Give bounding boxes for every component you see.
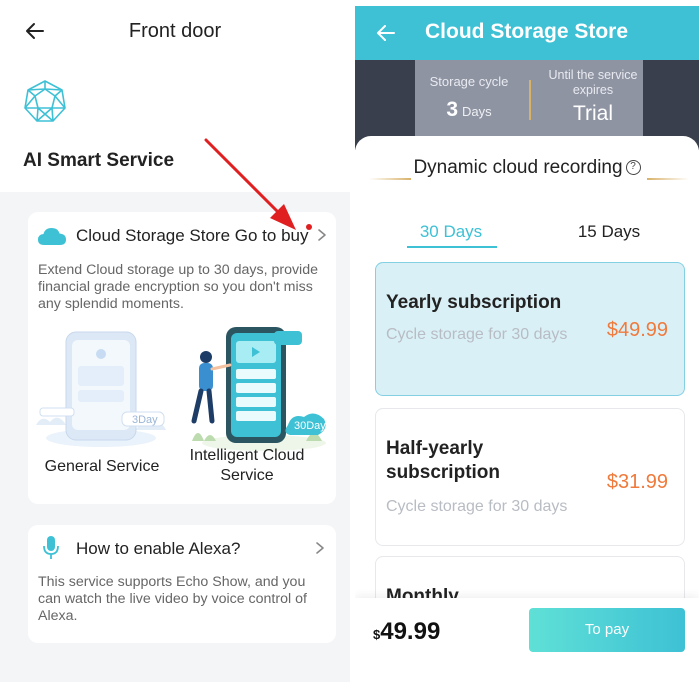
plan-yearly[interactable]: Yearly subscription Cycle storage for 30… bbox=[375, 262, 685, 396]
alexa-description: This service supports Echo Show, and you… bbox=[38, 574, 307, 624]
divider bbox=[529, 80, 531, 120]
general-service-label: General Service bbox=[44, 458, 160, 475]
storage-cycle-value: 3 Days bbox=[415, 98, 523, 122]
cloud-icon bbox=[38, 228, 66, 245]
thirty-day-badge: 30Day bbox=[294, 420, 326, 432]
plan-description: Cycle storage for 30 days bbox=[386, 498, 568, 515]
notification-dot bbox=[306, 224, 312, 230]
plan-description: Cycle storage for 30 days bbox=[386, 326, 568, 343]
plan-price: $31.99 bbox=[606, 471, 668, 493]
screenshot-root: Front door AI Smart Service Cloud Storag… bbox=[0, 0, 699, 682]
plan-sheet-title: Dynamic cloud recording? bbox=[395, 156, 659, 180]
intelligent-service-illustration[interactable]: 30Day bbox=[184, 325, 329, 453]
expiry-value: Trial bbox=[572, 102, 614, 125]
store-title: Cloud Storage Store bbox=[425, 20, 629, 43]
front-door-screen: Front door AI Smart Service Cloud Storag… bbox=[0, 0, 350, 682]
dynamic-cloud-recording-label: Dynamic cloud recording bbox=[413, 157, 623, 178]
storage-cycle-unit: Days bbox=[462, 104, 492, 119]
cloud-store-title: Cloud Storage Store bbox=[76, 226, 231, 245]
go-to-buy-link[interactable]: Go to buy bbox=[235, 226, 309, 245]
checkout-bar: $49.99 To pay bbox=[355, 598, 699, 682]
active-tab-underline bbox=[407, 246, 497, 248]
left-header: Front door bbox=[0, 0, 350, 64]
help-icon[interactable]: ? bbox=[625, 160, 641, 176]
plan-name: Yearly subscription bbox=[386, 292, 562, 313]
to-pay-button[interactable]: To pay bbox=[529, 608, 685, 652]
card-heading: Cloud Storage Store Go to buy bbox=[76, 226, 309, 246]
storage-cycle-label: Storage cycle bbox=[429, 74, 509, 89]
total-amount: 49.99 bbox=[380, 618, 441, 645]
tab-30-days[interactable]: 30 Days bbox=[405, 222, 497, 242]
cloud-store-description: Extend Cloud storage up to 30 days, prov… bbox=[38, 262, 318, 312]
expiry-label: Until the service expires bbox=[548, 68, 638, 97]
alexa-card[interactable]: How to enable Alexa? This service suppor… bbox=[28, 525, 336, 643]
right-header: Cloud Storage Store bbox=[355, 6, 699, 60]
storage-cycle-number: 3 bbox=[446, 98, 459, 121]
chevron-right-icon[interactable] bbox=[316, 228, 328, 242]
three-day-badge: 3Day bbox=[132, 414, 158, 426]
plan-price: $49.99 bbox=[606, 319, 668, 341]
tab-15-days[interactable]: 15 Days bbox=[563, 222, 655, 242]
chevron-right-icon[interactable] bbox=[314, 541, 326, 555]
cloud-storage-card[interactable]: Cloud Storage Store Go to buy Extend Clo… bbox=[28, 212, 336, 504]
back-arrow-icon[interactable] bbox=[375, 22, 397, 44]
cloud-storage-store-screen: Cloud Storage Store Storage cycle 3 Days … bbox=[355, 6, 699, 682]
ai-polyhedron-icon bbox=[24, 80, 66, 122]
total-price: $49.99 bbox=[373, 618, 440, 646]
general-service-illustration[interactable]: 3Day bbox=[36, 330, 166, 450]
plan-half-yearly[interactable]: Half-yearly subscription Cycle storage f… bbox=[375, 408, 685, 546]
plan-name: Half-yearly subscription bbox=[386, 438, 501, 483]
intelligent-service-label: Intelligent Cloud Service bbox=[189, 447, 305, 484]
microphone-icon bbox=[43, 536, 59, 559]
alexa-title: How to enable Alexa? bbox=[76, 539, 241, 558]
section-title: AI Smart Service bbox=[23, 150, 175, 171]
page-title: Front door bbox=[128, 20, 222, 42]
